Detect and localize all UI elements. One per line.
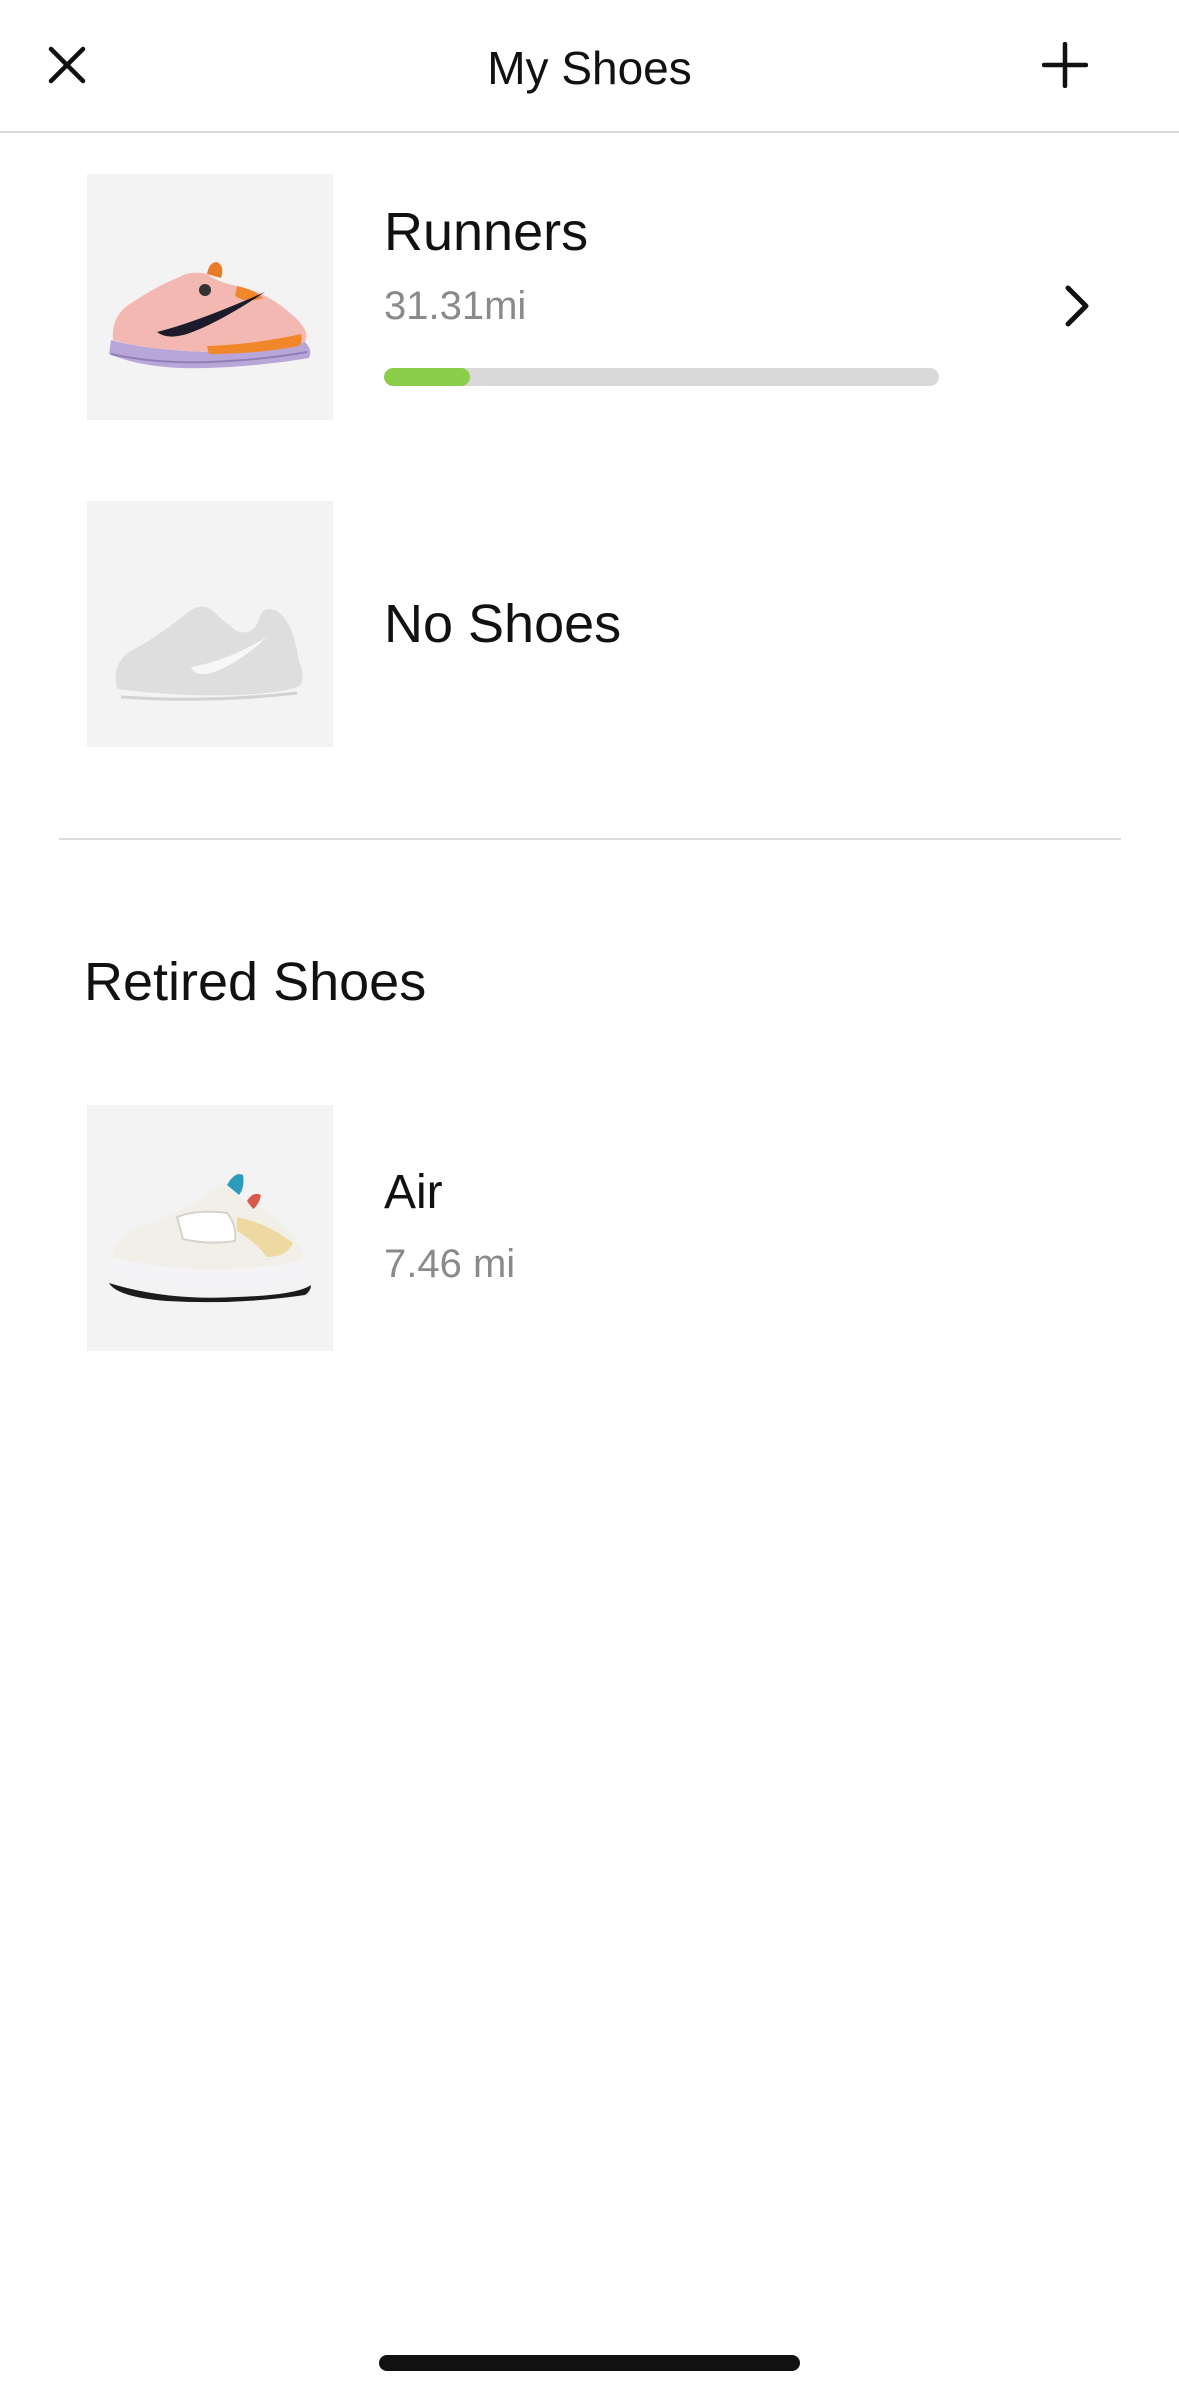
retired-shoes-heading: Retired Shoes: [84, 952, 427, 1012]
shoe-image-runners: [87, 174, 333, 420]
shoe-distance: 7.46 mi: [384, 1242, 516, 1286]
shoe-row-no-shoes[interactable]: No Shoes: [0, 470, 1179, 770]
shoe-row-air[interactable]: Air 7.46 mi: [0, 1080, 1179, 1380]
shoe-placeholder-image: [87, 501, 333, 747]
section-divider: [59, 838, 1121, 840]
shoe-name: Air: [384, 1166, 443, 1219]
shoe-image-air: [87, 1105, 333, 1351]
shoe-distance: 31.31mi: [384, 284, 527, 328]
chevron-right-icon[interactable]: [1052, 276, 1102, 336]
mileage-progress-bar: [384, 368, 939, 386]
shoe-name: Runners: [384, 202, 589, 262]
home-indicator: [379, 2355, 800, 2371]
shoe-row-runners[interactable]: Runners 31.31mi: [0, 0, 1179, 430]
mileage-progress-fill: [384, 368, 471, 386]
shoe-name: No Shoes: [384, 594, 622, 654]
